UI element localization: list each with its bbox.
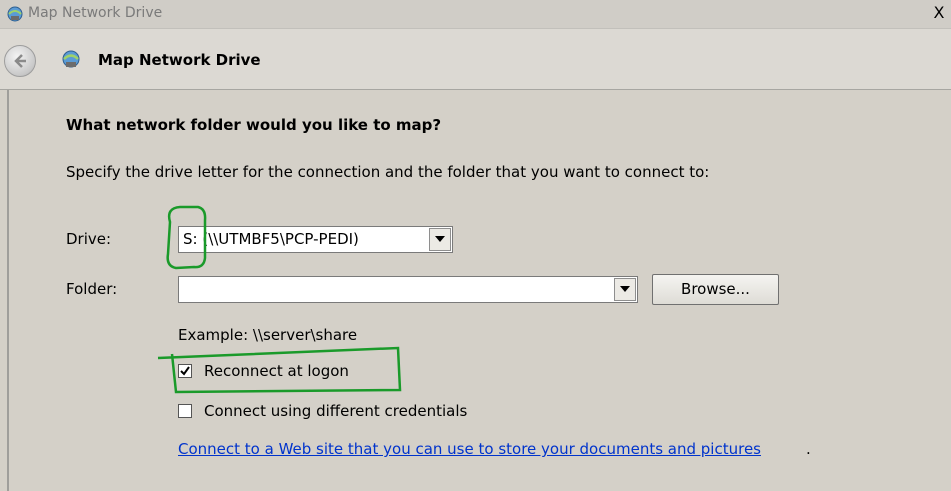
back-arrow-icon: [14, 54, 26, 68]
back-button[interactable]: [4, 45, 36, 77]
chevron-down-icon: [620, 286, 630, 292]
checkmark-icon: [180, 366, 190, 376]
credentials-checkbox[interactable]: [178, 404, 192, 418]
drive-select[interactable]: S: (\\UTMBF5\PCP-PEDI): [178, 226, 453, 253]
web-site-link[interactable]: Connect to a Web site that you can use t…: [178, 440, 761, 458]
drive-dropdown-button[interactable]: [429, 228, 451, 251]
frame-edge: [7, 90, 9, 491]
example-text: Example: \\server\share: [178, 326, 358, 344]
title-bar: Map Network Drive X: [0, 0, 951, 29]
window-title: Map Network Drive: [28, 5, 163, 21]
heading: What network folder would you like to ma…: [66, 116, 442, 134]
instruction-text: Specify the drive letter for the connect…: [66, 163, 710, 181]
drive-label: Drive:: [66, 230, 112, 248]
folder-label: Folder:: [66, 280, 118, 298]
link-suffix: .: [806, 440, 811, 458]
reconnect-checkbox[interactable]: [178, 364, 192, 378]
browse-button[interactable]: Browse...: [652, 274, 779, 305]
nav-bar: Map Network Drive: [0, 29, 951, 90]
network-drive-icon: [6, 5, 24, 23]
folder-input[interactable]: [178, 276, 638, 303]
chevron-down-icon: [435, 236, 445, 242]
close-button[interactable]: X: [929, 4, 949, 24]
reconnect-label: Reconnect at logon: [204, 362, 349, 380]
drive-value: S: (\\UTMBF5\PCP-PEDI): [183, 230, 359, 248]
folder-dropdown-button[interactable]: [614, 278, 636, 301]
page-title: Map Network Drive: [98, 51, 261, 69]
credentials-label: Connect using different credentials: [204, 402, 468, 420]
network-drive-icon: [60, 49, 82, 71]
